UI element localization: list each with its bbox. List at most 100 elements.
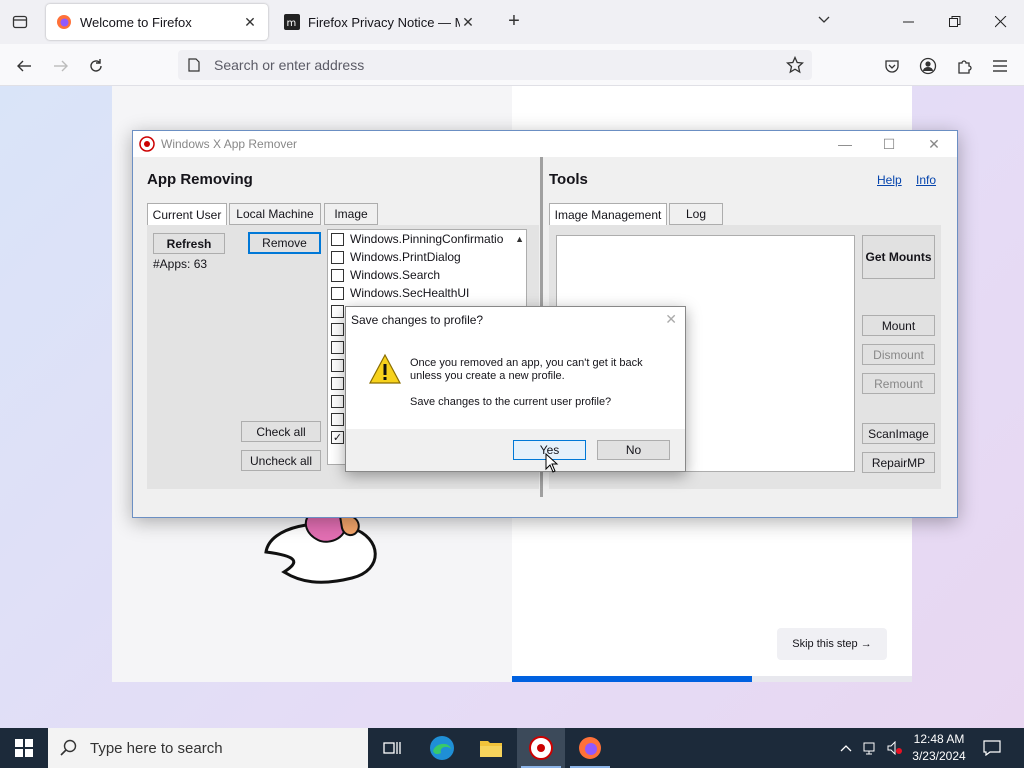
dialog-footer: Yes No xyxy=(346,429,685,471)
remove-button[interactable]: Remove xyxy=(248,232,321,254)
dismount-button: Dismount xyxy=(862,344,935,365)
list-item[interactable]: Windows.Search xyxy=(328,266,526,284)
address-bar[interactable]: Search or enter address xyxy=(178,50,812,80)
checkbox[interactable] xyxy=(331,250,344,264)
repair-mp-button[interactable]: RepairMP xyxy=(862,452,935,473)
checkbox[interactable] xyxy=(331,232,344,246)
app-name: Windows.PinningConfirmatio xyxy=(350,232,504,246)
check-all-button[interactable]: Check all xyxy=(241,421,321,442)
checkbox[interactable] xyxy=(331,286,344,300)
checkbox[interactable] xyxy=(331,394,344,408)
tab-title: Welcome to Firefox xyxy=(80,14,192,30)
checkbox[interactable] xyxy=(331,412,344,426)
list-item[interactable]: Windows.PinningConfirmatio xyxy=(328,230,526,248)
app-name: Windows.Search xyxy=(350,268,441,282)
tab-local-machine[interactable]: Local Machine xyxy=(229,203,321,225)
task-view-icon[interactable] xyxy=(368,728,416,768)
checkbox[interactable] xyxy=(331,268,344,282)
scroll-up-icon[interactable]: ▲ xyxy=(515,234,524,244)
address-placeholder: Search or enter address xyxy=(214,57,365,73)
info-link[interactable]: Info xyxy=(916,173,936,187)
firefox-taskbar-icon[interactable] xyxy=(566,728,614,768)
account-icon[interactable] xyxy=(915,53,941,79)
app-minimize-icon[interactable]: — xyxy=(835,135,855,153)
pocket-icon[interactable] xyxy=(879,53,905,79)
nav-bar: Search or enter address xyxy=(0,44,1024,86)
minimize-icon[interactable] xyxy=(897,10,921,34)
extensions-icon[interactable] xyxy=(951,53,977,79)
edge-icon[interactable] xyxy=(418,728,466,768)
volume-muted-icon[interactable] xyxy=(885,728,905,768)
mouse-cursor-icon xyxy=(545,453,559,473)
bookmark-star-icon[interactable] xyxy=(786,56,804,74)
taskbar: Type here to search 12:48 AM 3/23/2024 xyxy=(0,728,1024,768)
skip-label: Skip this step → xyxy=(792,638,872,650)
menu-icon[interactable] xyxy=(987,53,1013,79)
tab-current-user[interactable]: Current User xyxy=(147,203,227,225)
tab-privacy-notice[interactable]: m Firefox Privacy Notice — Mozill ✕ xyxy=(274,4,486,40)
dialog-close-icon[interactable]: ✕ xyxy=(665,311,677,328)
checkbox[interactable] xyxy=(331,376,344,390)
close-window-icon[interactable] xyxy=(989,10,1013,34)
app-close-icon[interactable]: ✕ xyxy=(924,135,944,153)
app-name: Windows.SecHealthUI xyxy=(350,286,470,300)
notifications-icon[interactable] xyxy=(980,728,1004,768)
checkbox[interactable] xyxy=(331,340,344,354)
scan-image-button[interactable]: ScanImage xyxy=(862,423,935,444)
save-changes-dialog: Save changes to profile? ✕ Once you remo… xyxy=(345,306,686,472)
search-icon xyxy=(60,739,77,756)
app-title: Windows X App Remover xyxy=(161,137,298,151)
checkbox[interactable] xyxy=(331,304,344,318)
start-button[interactable] xyxy=(0,728,48,768)
app-maximize-icon: ☐ xyxy=(882,135,896,152)
restore-icon[interactable] xyxy=(943,10,967,34)
search-placeholder: Type here to search xyxy=(90,739,223,757)
tab-log[interactable]: Log xyxy=(669,203,723,225)
lily-pad-illustration xyxy=(264,508,377,584)
no-button[interactable]: No xyxy=(597,440,670,460)
forward-icon xyxy=(48,53,74,79)
remount-button: Remount xyxy=(862,373,935,394)
mozilla-logo-icon: m xyxy=(284,14,300,30)
progress-bar xyxy=(512,676,912,682)
show-hidden-icons-icon[interactable] xyxy=(836,728,856,768)
page-icon xyxy=(188,58,200,72)
app-removing-heading: App Removing xyxy=(147,171,253,188)
message-line-1: Once you removed an app, you can't get i… xyxy=(410,357,643,369)
uncheck-all-button[interactable]: Uncheck all xyxy=(241,450,321,471)
checkbox[interactable] xyxy=(331,322,344,336)
checkbox-checked[interactable]: ✓ xyxy=(331,430,344,444)
file-explorer-icon[interactable] xyxy=(467,728,515,768)
list-item[interactable]: Windows.PrintDialog xyxy=(328,248,526,266)
app-name: Windows.PrintDialog xyxy=(350,250,461,264)
tab-welcome[interactable]: Welcome to Firefox ✕ xyxy=(46,4,268,40)
dialog-message: Once you removed an app, you can't get i… xyxy=(410,357,670,409)
get-mounts-button[interactable]: Get Mounts xyxy=(862,235,935,279)
reload-icon[interactable] xyxy=(83,53,109,79)
firefox-view-icon[interactable] xyxy=(8,10,32,34)
list-all-tabs-icon[interactable] xyxy=(816,12,836,32)
skip-step-button[interactable]: Skip this step → xyxy=(777,628,887,660)
list-item[interactable]: Windows.SecHealthUI xyxy=(328,284,526,302)
refresh-button[interactable]: Refresh xyxy=(153,233,225,254)
warning-icon xyxy=(368,353,402,384)
help-link[interactable]: Help xyxy=(877,173,902,187)
system-clock[interactable]: 12:48 AM 3/23/2024 xyxy=(908,731,970,765)
taskbar-search[interactable]: Type here to search xyxy=(48,728,368,768)
close-tab-icon[interactable]: ✕ xyxy=(242,14,258,30)
tools-heading: Tools xyxy=(549,171,588,188)
back-icon[interactable] xyxy=(11,53,37,79)
app-logo-icon xyxy=(139,136,155,152)
tab-image-management[interactable]: Image Management xyxy=(549,203,667,225)
network-icon[interactable] xyxy=(861,728,881,768)
tab-image[interactable]: Image xyxy=(324,203,378,225)
dialog-title: Save changes to profile? xyxy=(351,313,484,327)
new-tab-button[interactable]: + xyxy=(504,11,524,32)
svg-text:m: m xyxy=(287,18,297,29)
mount-button[interactable]: Mount xyxy=(862,315,935,336)
checkbox[interactable] xyxy=(331,358,344,372)
close-tab-icon[interactable]: ✕ xyxy=(460,14,476,30)
windows-logo-icon xyxy=(15,739,33,757)
app-titlebar: Windows X App Remover xyxy=(133,131,957,157)
app-remover-taskbar-icon[interactable] xyxy=(517,728,565,768)
